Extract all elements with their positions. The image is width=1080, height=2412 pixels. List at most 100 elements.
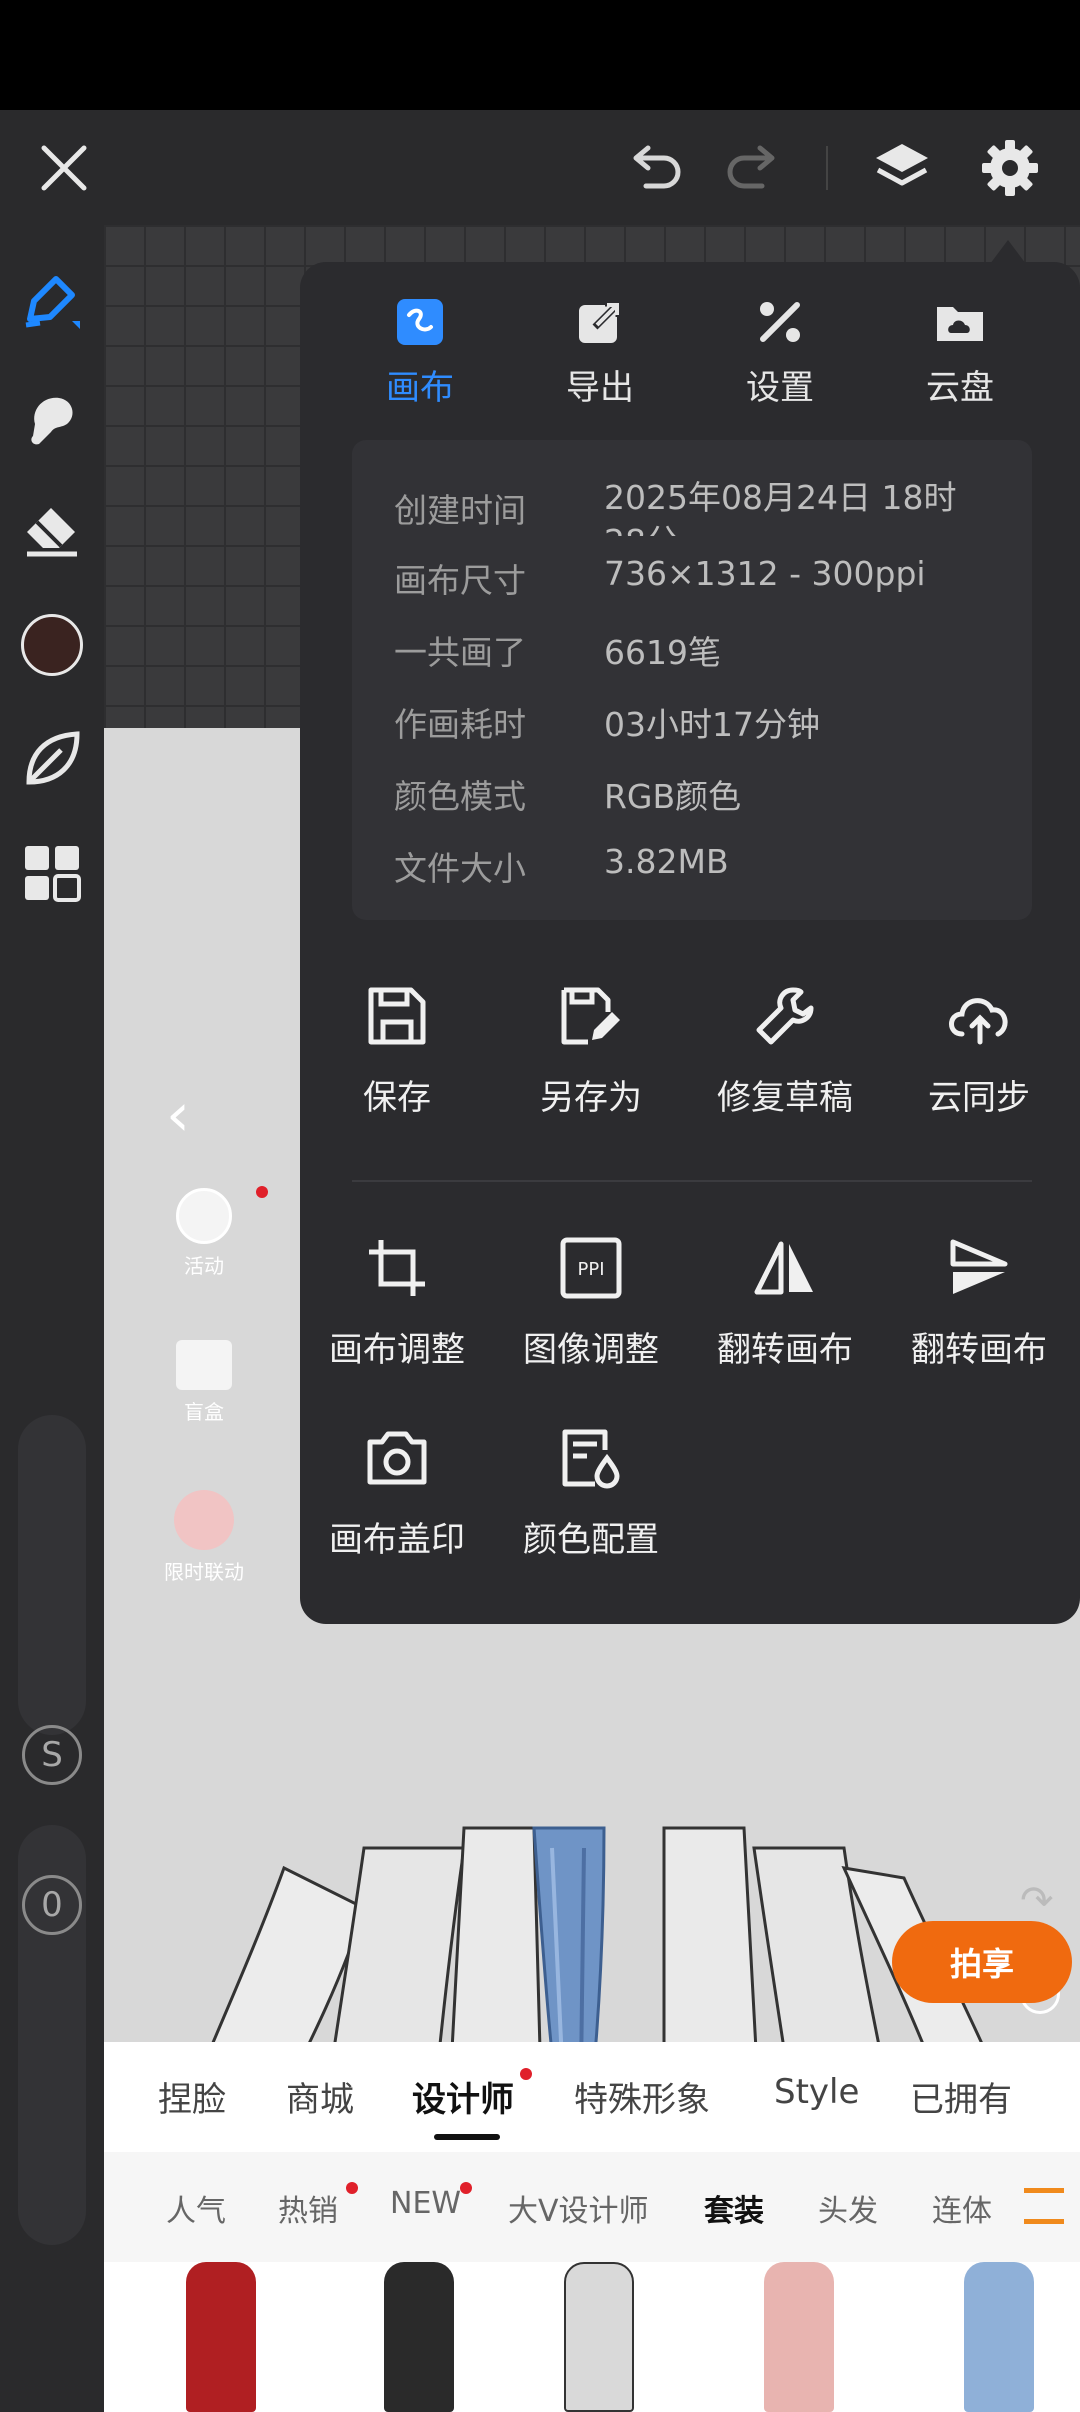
color-picker-button[interactable] [12,605,92,685]
size-label: S [12,1715,92,1795]
notification-dot [520,2068,532,2080]
notification-dot [256,1186,268,1198]
info-key: 画布尺寸 [394,561,526,600]
export-icon [579,299,623,343]
filter-icon [1024,2188,1064,2224]
tab-label: 画布 [386,368,454,408]
info-key: 文件大小 [394,849,526,888]
undo-button[interactable] [620,132,692,204]
reference-subtabs: 人气 热销 NEW 大V设计师 套装 头发 连体 [104,2152,1080,2262]
back-chevron-icon: ‹ [166,1080,190,1150]
save-as-icon [561,987,620,1045]
reference-tabs: 捏脸 商城 设计师 特殊形象 Style 已拥有 [104,2042,1080,2152]
smudge-tool-button[interactable] [12,379,92,459]
ref-tab: 商城 [286,2080,354,2120]
side-item-collab: 限时联动 [154,1490,254,1585]
figure-thumbnail [964,2262,1034,2412]
tab-label: 设置 [746,368,814,408]
redo-arrow-icon: ↷ [1020,1878,1054,1924]
ref-subtab: 套装 [704,2194,764,2229]
repair-draft-button[interactable]: 修复草稿 [690,976,880,1119]
reference-figures [104,2262,1080,2412]
flip-vertical-button[interactable]: 翻转画布 [884,1228,1074,1371]
ref-subtab: NEW [390,2186,462,2221]
ref-tab: 特殊形象 [574,2080,710,2120]
left-toolbar: S 0 [0,225,104,2412]
tools-icon [760,302,800,342]
smudge-icon [31,397,73,445]
side-item-label: 盲盒 [184,1400,224,1424]
save-as-button[interactable]: 另存为 [496,976,686,1119]
save-button[interactable]: 保存 [302,976,492,1119]
more-tools-button[interactable] [12,833,92,913]
ref-tab: Style [774,2072,860,2112]
canvas-adjust-button[interactable]: 画布调整 [302,1228,492,1371]
cloud-sync-button[interactable]: 云同步 [884,976,1074,1119]
pen-icon [25,276,80,329]
flip-vertical-icon [950,1239,1008,1294]
tab-label: 云盘 [926,368,994,408]
canvas-menu-panel: 画布 导出 设置 云盘 创建时间 2025年08月24日 18时28分 画布尺寸… [300,262,1080,1624]
section-divider [352,1180,1032,1182]
current-color-swatch [21,614,83,676]
leaf-icon [26,731,80,785]
info-key: 一共画了 [394,633,526,672]
layers-button[interactable] [866,132,938,204]
active-tab-underline [434,2134,500,2140]
brush-tool-button[interactable] [12,263,92,343]
size-indicator: S [22,1725,82,1785]
image-adjust-button[interactable]: PPI 图像调整 [496,1228,686,1371]
action-label: 云同步 [928,1078,1030,1118]
ref-subtab: 头发 [818,2194,878,2229]
cloud-folder-icon [937,307,983,341]
wrench-icon [756,987,814,1045]
info-value: RGB颜色 [604,777,742,816]
ref-subtab: 热销 [278,2194,338,2229]
settings-button[interactable] [974,132,1046,204]
opacity-indicator: 0 [22,1875,82,1935]
ref-subtab: 大V设计师 [508,2194,649,2229]
grid-icon [25,846,81,902]
figure-thumbnail [764,2262,834,2412]
action-label: 翻转画布 [717,1330,853,1370]
info-value: 03小时17分钟 [604,705,820,744]
leaf-tool-button[interactable] [12,719,92,799]
box-icon [176,1340,232,1390]
tab-cloud[interactable]: 云盘 [870,290,1050,409]
save-icon [368,987,426,1045]
ref-subtab: 人气 [166,2194,226,2229]
color-profile-button[interactable]: 颜色配置 [496,1418,686,1561]
action-label: 图像调整 [523,1330,659,1370]
tab-settings[interactable]: 设置 [690,290,870,409]
toolbar-divider [826,146,828,190]
canvas-stamp-button[interactable]: 画布盖印 [302,1418,492,1561]
ref-tab: 捏脸 [158,2080,226,2120]
layers-icon [876,144,928,186]
canvas-icon [397,299,443,345]
eraser-icon [27,508,77,557]
ref-subtab: 连体 [932,2194,992,2229]
tab-canvas[interactable]: 画布 [330,290,510,409]
close-button[interactable] [28,132,100,204]
redo-button[interactable] [716,132,788,204]
ref-tab-active: 设计师 [412,2080,514,2120]
info-value: 3.82MB [604,842,729,881]
gear-icon [982,140,1038,196]
flip-horizontal-button[interactable]: 翻转画布 [690,1228,880,1371]
info-key: 创建时间 [394,491,526,530]
eraser-tool-button[interactable] [12,491,92,571]
action-label: 另存为 [540,1078,642,1118]
top-toolbar [0,110,1080,225]
tab-export[interactable]: 导出 [510,290,690,409]
crop-icon [369,1240,425,1296]
balloon-icon [176,1188,232,1244]
redo-icon [727,145,775,189]
tab-label: 导出 [566,368,634,408]
ref-tab: 已拥有 [910,2080,1012,2120]
info-value: 2025年08月24日 18时28分 [604,478,957,536]
brush-size-slider[interactable] [18,1415,86,1735]
notification-dot [346,2182,358,2194]
opacity-label: 0 [12,1865,92,1945]
info-value: 736×1312 - 300ppi [604,554,926,593]
side-item-label: 限时联动 [164,1560,244,1584]
